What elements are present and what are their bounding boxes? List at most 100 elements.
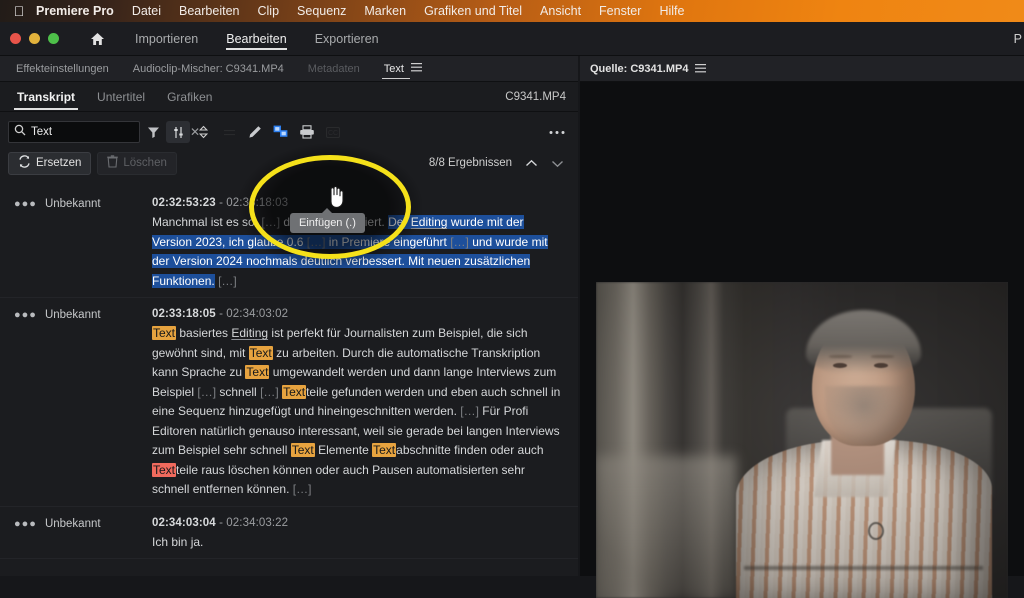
- sort-updown-icon[interactable]: [190, 120, 216, 144]
- delete-button-label: Löschen: [123, 157, 167, 169]
- subtab-untertitel[interactable]: Untertitel: [86, 82, 156, 112]
- search-input-wrapper[interactable]: ✕: [8, 121, 200, 143]
- speaker-name: Unbekannt: [44, 309, 101, 321]
- panel-tab-text[interactable]: Text: [372, 56, 434, 82]
- pause-ellipsis: […]: [460, 404, 479, 418]
- replace-refresh-icon: [18, 155, 31, 171]
- subtab-transkript[interactable]: Transkript: [6, 82, 86, 112]
- search-match[interactable]: Text: [248, 345, 273, 360]
- source-file-label: C9341.MP4: [505, 90, 566, 103]
- selected-text: in Premiere eingeführt: [325, 234, 451, 249]
- home-icon[interactable]: [85, 32, 109, 46]
- timecode-start: 02:33:18:05: [152, 308, 216, 320]
- maximize-window-button[interactable]: [48, 33, 59, 44]
- filter-funnel-icon[interactable]: [140, 120, 166, 144]
- search-match-active[interactable]: Text: [152, 462, 177, 477]
- panel-tab-metadaten[interactable]: Metadaten: [296, 56, 372, 82]
- results-count-label: 8/8 Ergebnissen: [428, 157, 512, 169]
- source-monitor-tab-bar[interactable]: Quelle: C9341.MP4: [580, 56, 1024, 82]
- export-transcript-icon[interactable]: [294, 120, 320, 144]
- video-frame[interactable]: [596, 282, 1008, 598]
- transcript-text: basiertes: [176, 326, 232, 340]
- pause-marker-icon[interactable]: [216, 120, 242, 144]
- workspace-tabs[interactable]: Importieren Bearbeiten Exportieren: [123, 22, 391, 56]
- window-controls[interactable]: [0, 33, 59, 44]
- transcript-body: 02:34:03:04 - 02:34:03:22 Ich bin ja.: [152, 517, 564, 553]
- source-monitor-stage[interactable]: [580, 82, 1024, 598]
- speaker-options-icon[interactable]: ●●●: [14, 309, 37, 322]
- replace-button-label: Ersetzen: [36, 157, 82, 169]
- speaker-name: Unbekannt: [44, 517, 101, 530]
- menu-item-clip[interactable]: Clip: [248, 4, 288, 18]
- titlebar-right-partial-label: P: [1013, 31, 1022, 46]
- selected-pause-ellipsis: […]: [306, 234, 326, 249]
- menu-item-ansicht[interactable]: Ansicht: [531, 4, 590, 18]
- spellcheck-underline: Editing: [231, 326, 269, 340]
- caption-icon[interactable]: CC: [320, 120, 346, 144]
- menu-item-marken[interactable]: Marken: [355, 4, 415, 18]
- macos-menu-bar:  Premiere Pro Datei Bearbeiten Clip Seq…: [0, 0, 1024, 22]
- timecode-range: 02:34:03:04 - 02:34:03:22: [152, 517, 564, 529]
- transcript-text: Ich bin ja.: [152, 534, 204, 549]
- search-match[interactable]: Text: [290, 443, 315, 457]
- panel-tab-effekteinstellungen[interactable]: Effekteinstellungen: [4, 56, 121, 82]
- timecode-start: 02:34:03:04: [152, 516, 216, 529]
- tab-importieren[interactable]: Importieren: [123, 22, 210, 56]
- close-window-button[interactable]: [10, 33, 21, 44]
- transcript-block[interactable]: ●●● Unbekannt 02:34:03:04 - 02:34:03:22 …: [0, 507, 578, 559]
- more-options-icon[interactable]: [544, 120, 570, 144]
- sliders-icon[interactable]: [166, 121, 190, 143]
- transcript-text: teile raus löschen können oder auch Paus…: [152, 462, 525, 497]
- workspace: Effekteinstellungen Audioclip-Mischer: C…: [0, 56, 1024, 598]
- menu-item-bearbeiten[interactable]: Bearbeiten: [170, 4, 248, 18]
- chevron-up-icon[interactable]: [518, 152, 544, 174]
- transcript-block[interactable]: ●●● Unbekannt 02:33:18:05 - 02:34:03:02 …: [0, 298, 578, 507]
- speaker-options-icon[interactable]: ●●●: [14, 198, 37, 211]
- delete-button[interactable]: Löschen: [97, 151, 177, 175]
- search-match[interactable]: Text: [282, 384, 307, 399]
- minimize-window-button[interactable]: [29, 33, 40, 44]
- speaker-cell[interactable]: ●●● Unbekannt: [14, 308, 152, 500]
- transcript-sub-tab-bar[interactable]: Transkript Untertitel Grafiken C9341.MP4: [0, 82, 578, 112]
- text-panel: Effekteinstellungen Audioclip-Mischer: C…: [0, 56, 578, 576]
- transcript-text: Manchmal ist es so,: [152, 215, 262, 229]
- menu-item-fenster[interactable]: Fenster: [590, 4, 650, 18]
- transcript-body: 02:33:18:05 - 02:34:03:02 Text basiertes…: [152, 308, 564, 500]
- transcript-list[interactable]: ●●● Unbekannt 02:32:53:23 - 02:33:18:03 …: [0, 187, 578, 576]
- svg-text:CC: CC: [328, 130, 338, 137]
- hamburger-menu-icon[interactable]: [411, 56, 423, 82]
- transcript-block[interactable]: ●●● Unbekannt 02:32:53:23 - 02:33:18:03 …: [0, 187, 578, 298]
- menu-item-sequenz[interactable]: Sequenz: [288, 4, 355, 18]
- source-monitor-tab-label[interactable]: Quelle: C9341.MP4: [590, 63, 688, 75]
- pause-ellipsis: […]: [261, 215, 281, 229]
- panel-tab-audioclip-mischer[interactable]: Audioclip-Mischer: C9341.MP4: [121, 56, 296, 82]
- app-title-bar: Importieren Bearbeiten Exportieren P: [0, 22, 1024, 56]
- search-match[interactable]: Text: [372, 443, 397, 457]
- source-monitor-panel: Quelle: C9341.MP4: [580, 56, 1024, 598]
- transcript-body: 02:32:53:23 - 02:33:18:03 Manchmal ist e…: [152, 197, 564, 291]
- menu-item-hilfe[interactable]: Hilfe: [650, 4, 693, 18]
- tab-exportieren[interactable]: Exportieren: [303, 22, 391, 56]
- search-match[interactable]: Text: [152, 326, 177, 340]
- transcript-toolbar: ✕: [0, 116, 578, 148]
- speaker-options-icon[interactable]: ●●●: [14, 518, 37, 531]
- insert-clip-icon[interactable]: [268, 120, 294, 144]
- replace-button[interactable]: Ersetzen: [8, 151, 92, 175]
- video-vignette: [596, 282, 1008, 598]
- subtab-grafiken[interactable]: Grafiken: [156, 82, 223, 112]
- apple-logo-icon[interactable]: : [8, 4, 30, 18]
- transcript-paragraph[interactable]: Ich bin ja.: [152, 533, 564, 553]
- hand-pointer-cursor: [326, 185, 346, 214]
- menu-app-name[interactable]: Premiere Pro: [30, 4, 123, 18]
- menu-item-grafiken-und-titel[interactable]: Grafiken und Titel: [415, 4, 531, 18]
- search-match[interactable]: Text: [245, 365, 270, 379]
- speaker-cell[interactable]: ●●● Unbekannt: [14, 517, 152, 553]
- transcript-paragraph[interactable]: Text basiertes Editing ist perfekt für J…: [152, 324, 564, 500]
- chevron-down-icon[interactable]: [544, 152, 570, 174]
- tab-bearbeiten[interactable]: Bearbeiten: [214, 22, 298, 56]
- hamburger-menu-icon[interactable]: [695, 60, 707, 78]
- menu-item-datei[interactable]: Datei: [123, 4, 170, 18]
- pencil-edit-icon[interactable]: [242, 120, 268, 144]
- speaker-cell[interactable]: ●●● Unbekannt: [14, 197, 152, 291]
- panel-tab-bar[interactable]: Effekteinstellungen Audioclip-Mischer: C…: [0, 56, 578, 82]
